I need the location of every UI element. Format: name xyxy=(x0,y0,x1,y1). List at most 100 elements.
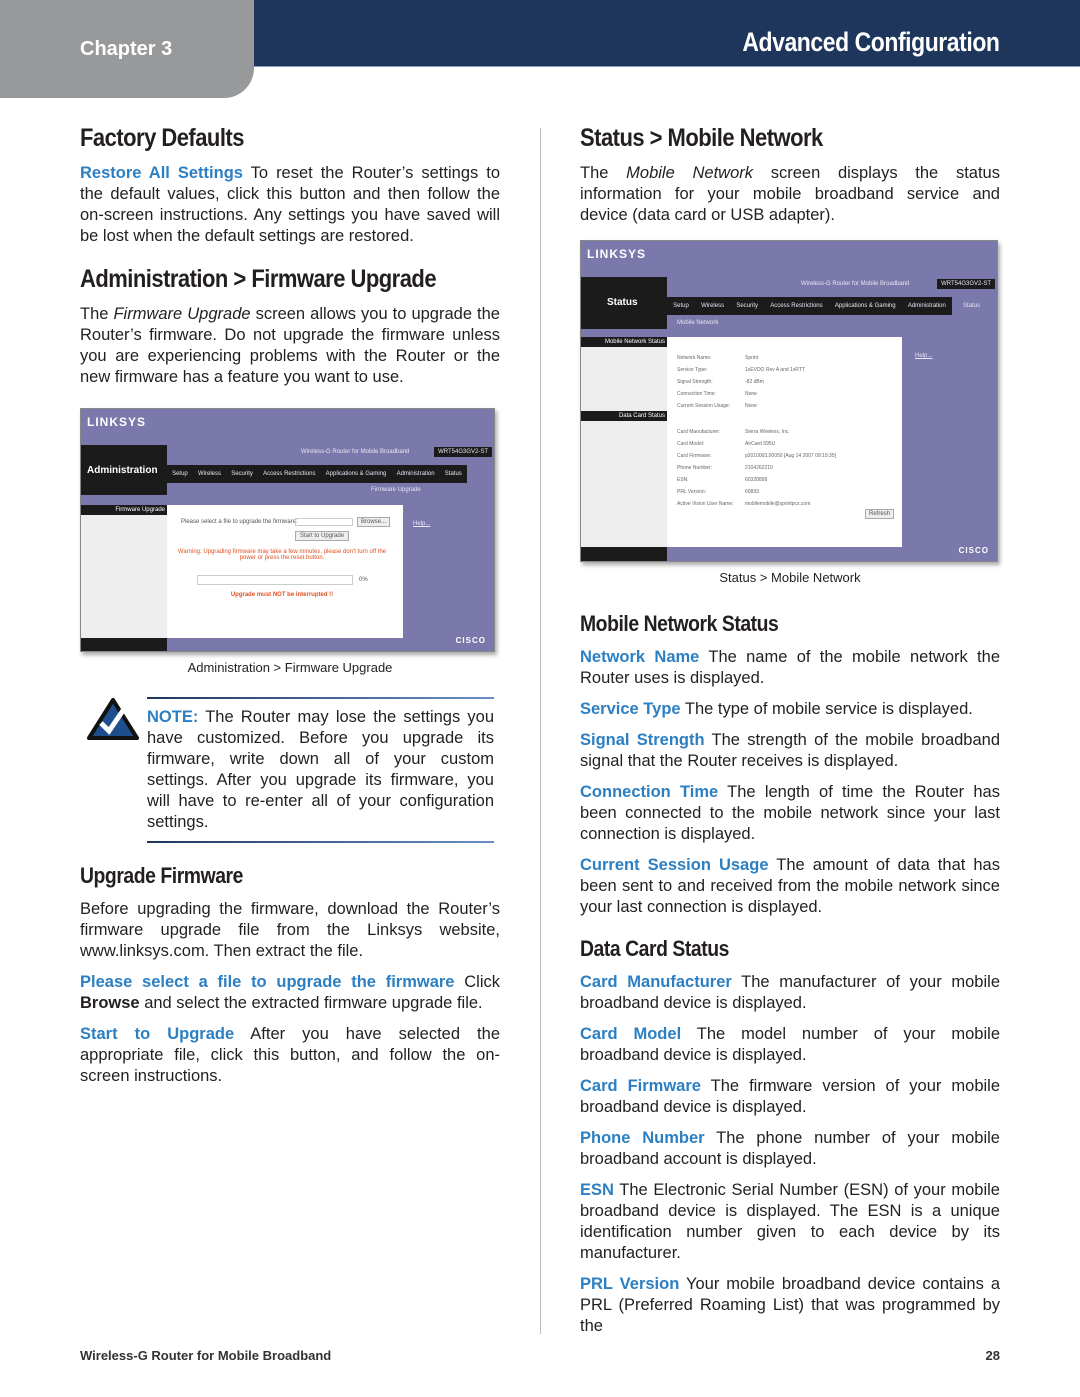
header-title: Advanced Configuration xyxy=(742,27,1001,57)
field-value: 60893 xyxy=(745,489,759,495)
select-label: Please select a file to upgrade the firm… xyxy=(181,519,298,525)
tab-apps[interactable]: Applications & Gaming xyxy=(326,471,387,477)
term: Phone Number xyxy=(580,1129,705,1147)
definition-item: PRL Version Your mobile broadband device… xyxy=(580,1274,1000,1337)
section-title: Status xyxy=(607,297,638,308)
definition-item: Phone Number The phone number of your mo… xyxy=(580,1128,1000,1170)
browse-button[interactable]: Browse... xyxy=(357,517,391,527)
progress-bar xyxy=(197,575,353,585)
firmware-upgrade-screenshot: LINKSYS Administration Wireless-G Router… xyxy=(80,408,495,652)
field-label: Card Firmware: xyxy=(677,453,712,459)
text: Firmware Upgrade xyxy=(113,305,251,323)
heading-mobile-network-status: Mobile Network Status xyxy=(580,611,779,636)
right-column: Status > Mobile Network The Mobile Netwo… xyxy=(580,124,1000,1347)
footer-bar xyxy=(81,638,167,651)
tab-access[interactable]: Access Restrictions xyxy=(770,303,822,309)
field-value: p2010003,00050 [Aug 14 2007 09:10:35] xyxy=(745,453,836,459)
interrupt-warning: Upgrade must NOT be interrupted !! xyxy=(230,592,334,598)
tab-wireless[interactable]: Wireless xyxy=(701,303,724,309)
tab-status[interactable]: Status xyxy=(963,303,980,309)
tab-security[interactable]: Security xyxy=(231,471,253,477)
file-input[interactable] xyxy=(295,518,353,526)
column-divider xyxy=(540,128,541,1334)
subtab[interactable]: Firmware Upgrade xyxy=(371,487,421,493)
help-link[interactable]: Help... xyxy=(915,353,932,359)
text: Browse xyxy=(80,994,140,1012)
definition-item: ESN The Electronic Serial Number (ESN) o… xyxy=(580,1180,1000,1264)
chapter-label: Chapter 3 xyxy=(80,38,173,60)
side-panel: Mobile Network Status Data Card Status xyxy=(581,337,667,547)
model-number: WRT54G3GV2-ST xyxy=(434,447,492,457)
definition-item: Current Session Usage The amount of data… xyxy=(580,855,1000,918)
text: Mobile Network xyxy=(626,164,753,182)
text: and select the extracted firmware upgrad… xyxy=(139,994,483,1012)
figure-caption: Administration > Firmware Upgrade xyxy=(187,660,393,675)
field-label: Service Type: xyxy=(677,367,708,373)
mobile-network-screenshot: LINKSYS Status Wireless-G Router for Mob… xyxy=(580,240,998,562)
section-title: Administration xyxy=(87,465,158,476)
side-item-data-card-status: Data Card Status xyxy=(581,411,667,421)
field-label: Active Vision User Name: xyxy=(677,501,734,507)
model-number: WRT54G3GV2-ST xyxy=(937,279,995,289)
tab-status[interactable]: Status xyxy=(445,471,462,477)
tab-administration[interactable]: Administration xyxy=(908,303,946,309)
definition-item: Service Type The type of mobile service … xyxy=(580,699,1000,720)
heading-status-mobile-network: Status > Mobile Network xyxy=(580,124,823,152)
admin-paragraph: The Firmware Upgrade screen allows you t… xyxy=(80,304,500,388)
note-label: NOTE: xyxy=(147,708,199,726)
term: Signal Strength xyxy=(580,731,705,749)
term: Network Name xyxy=(580,648,700,666)
term: ESN xyxy=(580,1181,614,1199)
field-value: Sierra Wireless, Inc. xyxy=(745,429,790,435)
heading-factory-defaults: Factory Defaults xyxy=(80,124,244,152)
term: Connection Time xyxy=(580,783,719,801)
term: Card Manufacturer xyxy=(580,973,732,991)
start-upgrade-button[interactable]: Start to Upgrade xyxy=(295,531,350,541)
side-panel: Firmware Upgrade xyxy=(81,505,167,638)
page-number: 28 xyxy=(985,1348,1000,1363)
tab-apps[interactable]: Applications & Gaming xyxy=(835,303,896,309)
warning-text: Warning: Upgrading firmware may take a f… xyxy=(177,549,387,561)
term: Start to Upgrade xyxy=(80,1025,235,1043)
upgrade-select-paragraph: Please select a file to upgrade the firm… xyxy=(80,972,500,1014)
help-link[interactable]: Help... xyxy=(413,521,430,527)
tab-bar: Setup Wireless Security Access Restrictions… xyxy=(667,297,952,315)
tab-administration[interactable]: Administration xyxy=(397,471,435,477)
term: Service Type xyxy=(580,700,681,718)
mobile-network-status-list: Network Name The name of the mobile netw… xyxy=(580,647,1000,918)
text: The xyxy=(80,305,114,323)
term: Card Firmware xyxy=(580,1077,701,1095)
field-value: 2104262210 xyxy=(745,465,773,471)
definition-item: Network Name The name of the mobile netw… xyxy=(580,647,1000,689)
left-column: Factory Defaults Restore All Settings To… xyxy=(80,124,500,1097)
tab-security[interactable]: Security xyxy=(736,303,758,309)
footer-product: Wireless-G Router for Mobile Broadband xyxy=(80,1348,332,1363)
definition-item: Card Firmware The firmware version of yo… xyxy=(580,1076,1000,1118)
field-value: None xyxy=(745,391,757,397)
cisco-logo: CISCO xyxy=(958,546,989,555)
term: PRL Version xyxy=(580,1275,680,1293)
tab-setup[interactable]: Setup xyxy=(673,303,689,309)
tab-bar: Setup Wireless Security Access Restrictions… xyxy=(167,465,467,483)
refresh-button[interactable]: Refresh xyxy=(864,509,894,519)
tab-setup[interactable]: Setup xyxy=(172,471,188,477)
field-label: Current Session Usage: xyxy=(677,403,731,409)
product-name: Wireless-G Router for Mobile Broadband xyxy=(301,449,410,455)
tab-access[interactable]: Access Restrictions xyxy=(263,471,315,477)
figure-caption: Status > Mobile Network xyxy=(719,570,861,585)
field-value: 1xEVDO Rev A and 1xRTT xyxy=(745,367,805,373)
chapter-tab: Chapter 3 xyxy=(0,0,254,98)
field-label: PRL Version: xyxy=(677,489,706,495)
heading-firmware-upgrade: Administration > Firmware Upgrade xyxy=(80,265,437,293)
subtab[interactable]: Mobile Network xyxy=(677,320,718,326)
text: Click xyxy=(454,973,500,991)
field-label: ESN: xyxy=(677,477,689,483)
term: Card Model xyxy=(580,1025,682,1043)
field-value: -82 dBm xyxy=(745,379,764,385)
tab-wireless[interactable]: Wireless xyxy=(198,471,221,477)
term: Current Session Usage xyxy=(580,856,769,874)
content-area: Please select a file to upgrade the firm… xyxy=(167,505,403,638)
side-item: Firmware Upgrade xyxy=(81,505,167,515)
definition-item: Card Manufacturer The manufacturer of yo… xyxy=(580,972,1000,1014)
field-label: Signal Strength: xyxy=(677,379,713,385)
